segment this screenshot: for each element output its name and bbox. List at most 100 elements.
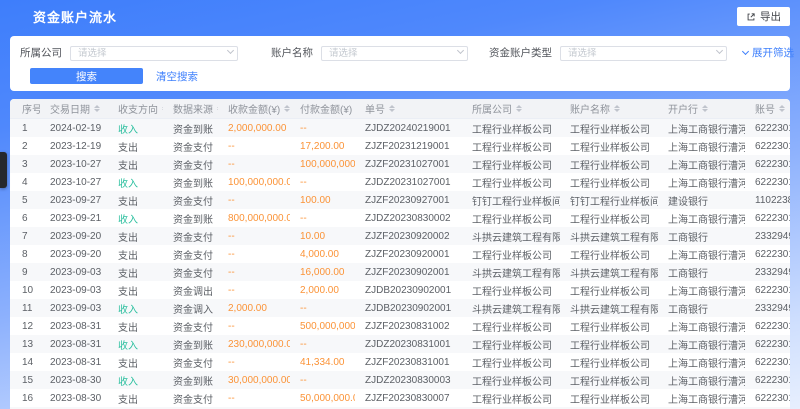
cell-account-name: 斗拱云建筑工程有限公司 — [560, 299, 658, 317]
company-select[interactable] — [70, 43, 238, 61]
cell-date: 2023-09-21 — [40, 209, 108, 227]
cell-paid: -- — [290, 209, 355, 227]
table-row: 102023-09-03支出资金调出--2,000.00ZJDB20230902… — [10, 281, 790, 299]
company-select-input[interactable] — [70, 46, 238, 61]
column-header-8[interactable]: 所属公司 — [462, 99, 560, 118]
cell-source: 资金支付 — [163, 317, 218, 335]
cell-date: 2023-08-30 — [40, 371, 108, 389]
account-name-select[interactable] — [321, 43, 468, 61]
cell-direction: 支出 — [108, 137, 163, 155]
cell-bank: 工商银行 — [658, 227, 745, 245]
cell-source: 资金到账 — [163, 209, 218, 227]
table-row: 112023-09-03收入资金调入2,000.00--ZJDB20230902… — [10, 299, 790, 317]
cell-account-no: 622230111 — [745, 209, 790, 227]
cell-received: -- — [218, 389, 290, 407]
column-header-label: 收款金额(¥) — [228, 101, 280, 116]
export-icon — [746, 12, 756, 22]
column-header-label: 账户名称 — [570, 101, 610, 116]
cell-received: -- — [218, 227, 290, 245]
column-header-6[interactable]: 付款金额(¥) — [290, 99, 355, 118]
filter-group-company: 所属公司 — [20, 43, 238, 61]
column-header-label: 单号 — [365, 101, 385, 116]
table-row: 52023-09-27支出资金支付--100.00ZJZF20230927001… — [10, 191, 790, 209]
column-header-4[interactable]: 数据来源 — [163, 99, 218, 118]
column-header-11[interactable]: 账号 — [745, 99, 790, 118]
cell-direction: 收入 — [108, 299, 163, 317]
cell-source: 资金到账 — [163, 119, 218, 137]
cell-account-no: 233294994 — [745, 263, 790, 281]
cell-direction: 支出 — [108, 281, 163, 299]
column-header-label: 付款金额(¥) — [300, 101, 352, 116]
clear-search-button[interactable]: 清空搜索 — [156, 69, 198, 84]
cell-received: -- — [218, 353, 290, 371]
cell-order-no: ZJDZ20230830003 — [355, 371, 462, 389]
sort-caret-icon — [94, 105, 100, 113]
cell-source: 资金到账 — [163, 173, 218, 191]
cell-paid: -- — [290, 299, 355, 317]
account-name-select-input[interactable] — [321, 46, 468, 61]
column-header-10[interactable]: 开户行 — [658, 99, 745, 118]
cell-paid: 2,000.00 — [290, 281, 355, 299]
column-header-5[interactable]: 收款金额(¥) — [218, 99, 290, 118]
cell-no: 9 — [10, 263, 40, 281]
left-edge-widget[interactable] — [0, 152, 7, 188]
chevron-down-icon — [742, 47, 749, 54]
account-type-select[interactable] — [560, 43, 727, 61]
cell-company: 工程行业样板公司 — [462, 155, 560, 173]
cell-date: 2023-12-19 — [40, 137, 108, 155]
cell-received: -- — [218, 281, 290, 299]
cell-order-no: ZJZF20230920002 — [355, 227, 462, 245]
cell-account-name: 钉钉工程行业样板间 — [560, 191, 658, 209]
cell-received: -- — [218, 263, 290, 281]
export-button[interactable]: 导出 — [737, 7, 790, 26]
search-button[interactable]: 搜索 — [30, 68, 143, 84]
cell-direction: 收入 — [108, 371, 163, 389]
cell-bank: 上海工商银行漕河泾支行 — [658, 371, 745, 389]
cell-received: -- — [218, 155, 290, 173]
cell-direction: 支出 — [108, 227, 163, 245]
cell-source: 资金到账 — [163, 335, 218, 353]
cell-company: 工程行业样板公司 — [462, 389, 560, 407]
cell-bank: 上海工商银行漕河泾支行 — [658, 173, 745, 191]
column-header-3[interactable]: 收支方向 — [108, 99, 163, 118]
column-header-7[interactable]: 单号 — [355, 99, 462, 118]
column-header-9[interactable]: 账户名称 — [560, 99, 658, 118]
cell-received: 800,000,000.00 — [218, 209, 290, 227]
cell-order-no: ZJZF20231219001 — [355, 137, 462, 155]
cell-company: 工程行业样板公司 — [462, 209, 560, 227]
cell-no: 12 — [10, 317, 40, 335]
company-filter-label: 所属公司 — [20, 45, 62, 60]
cell-direction: 收入 — [108, 119, 163, 137]
table-row: 152023-08-30收入资金到账30,000,000.00--ZJDZ202… — [10, 371, 790, 389]
cell-bank: 上海工商银行漕河泾支行 — [658, 317, 745, 335]
cell-account-name: 工程行业样板公司 — [560, 317, 658, 335]
cell-account-no: 233294994 — [745, 299, 790, 317]
account-type-select-input[interactable] — [560, 46, 727, 61]
cell-order-no: ZJDZ20230831001 — [355, 335, 462, 353]
table-row: 142023-08-31支出资金支付--41,334.00ZJZF2023083… — [10, 353, 790, 371]
cell-direction: 支出 — [108, 245, 163, 263]
cell-no: 2 — [10, 137, 40, 155]
cell-paid: -- — [290, 173, 355, 191]
cell-no: 6 — [10, 209, 40, 227]
table-row: 32023-10-27支出资金支付--100,000,000.00ZJZF202… — [10, 155, 790, 173]
column-header-2[interactable]: 交易日期 — [40, 99, 108, 118]
cell-no: 15 — [10, 371, 40, 389]
expand-filter-link[interactable]: 展开筛选 — [743, 45, 794, 60]
cell-source: 资金调入 — [163, 299, 218, 317]
table-row: 122023-08-31支出资金支付--500,000,000.00ZJZF20… — [10, 317, 790, 335]
sort-caret-icon — [614, 105, 620, 113]
column-header-label: 所属公司 — [472, 101, 512, 116]
account-type-filter-label: 资金账户类型 — [489, 45, 552, 60]
cell-no: 5 — [10, 191, 40, 209]
cell-date: 2024-02-19 — [40, 119, 108, 137]
expand-filter-label: 展开筛选 — [752, 45, 794, 60]
cell-company: 工程行业样板公司 — [462, 281, 560, 299]
cell-date: 2023-08-30 — [40, 389, 108, 407]
cell-date: 2023-10-27 — [40, 155, 108, 173]
cell-bank: 上海工商银行漕河泾支行 — [658, 155, 745, 173]
table-row: 72023-09-20支出资金支付--10.00ZJZF20230920002斗… — [10, 227, 790, 245]
cell-no: 4 — [10, 173, 40, 191]
column-header-label: 序号 — [22, 101, 40, 116]
cell-source: 资金调出 — [163, 281, 218, 299]
